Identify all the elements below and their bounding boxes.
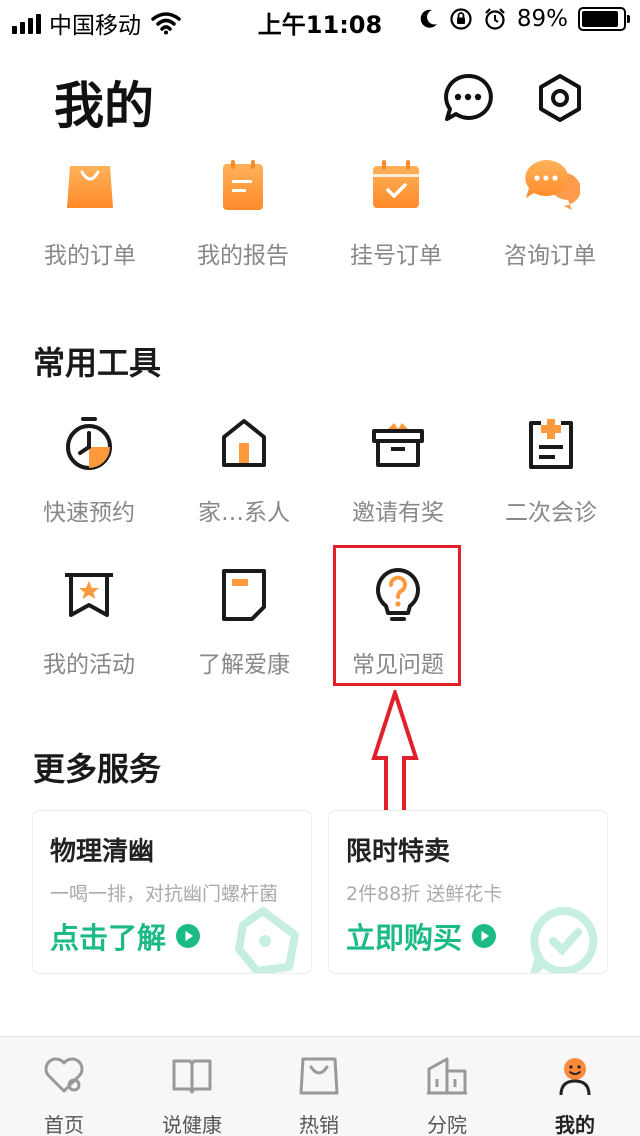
tab-label: 我的 [555, 1113, 595, 1136]
tool-family-contacts[interactable]: 家…系人 [166, 415, 322, 527]
cta-label: 立即购买 [346, 921, 463, 955]
order-item-my-orders[interactable]: 我的订单 [10, 150, 170, 270]
order-label: 挂号订单 [350, 243, 442, 269]
tab-label: 热销 [299, 1113, 339, 1136]
tool-label: 快速预约 [43, 500, 135, 526]
document-icon [222, 569, 266, 621]
card-title: 限时特卖 [346, 837, 451, 867]
tab-mine[interactable]: 我的 [515, 1053, 635, 1136]
message-button[interactable] [442, 72, 494, 124]
bottom-tab-bar: 首页 说健康 热销 分院 我的 [0, 1036, 640, 1136]
tool-label: 家…系人 [198, 500, 290, 526]
settings-button[interactable] [534, 72, 586, 124]
play-circle-icon [472, 924, 497, 948]
order-label: 我的报告 [197, 243, 289, 269]
card-title: 物理清幽 [50, 837, 155, 867]
card-subtitle: 一喝一排，对抗幽门螺杆菌 [50, 883, 279, 905]
bookmark-star-icon [65, 573, 113, 617]
stopwatch-icon [66, 417, 112, 470]
tool-about-ikang[interactable]: 了解爱康 [166, 567, 322, 679]
order-label: 咨询订单 [504, 243, 596, 269]
calendar-check-icon [373, 160, 419, 208]
tab-hot-sale[interactable]: 热销 [259, 1053, 379, 1136]
tool-label: 我的活动 [43, 652, 135, 678]
order-item-consultation[interactable]: 咨询订单 [470, 150, 630, 270]
status-bar: 中国移动 上午11:08 89% [0, 0, 640, 40]
chat-bubble-icon [444, 73, 493, 121]
tab-label: 说健康 [162, 1113, 222, 1136]
moon-icon [420, 9, 437, 28]
bag-icon [299, 1057, 339, 1095]
orders-row: 我的订单 我的报告 挂号订单 咨询订单 [0, 150, 640, 270]
shopping-bag-icon [67, 166, 113, 208]
page-title: 我的 [54, 77, 154, 135]
order-item-registration[interactable]: 挂号订单 [316, 150, 476, 270]
tool-my-activities[interactable]: 我的活动 [11, 567, 167, 679]
report-icon [223, 160, 263, 210]
tag-decoration-icon [235, 907, 299, 973]
clipboard-plus-icon [529, 419, 573, 469]
order-item-my-report[interactable]: 我的报告 [163, 150, 323, 270]
check-decoration-icon [530, 906, 598, 973]
order-label: 我的订单 [44, 243, 136, 269]
alarm-icon [485, 8, 505, 30]
tool-label: 邀请有奖 [352, 500, 444, 526]
tab-label: 分院 [427, 1113, 467, 1136]
tab-home[interactable]: 首页 [4, 1053, 124, 1136]
card-subtitle: 2件88折 送鲜花卡 [346, 883, 503, 905]
cta-label: 点击了解 [50, 921, 167, 955]
tool-invite-reward[interactable]: 邀请有奖 [320, 415, 476, 527]
battery-percent: 89% [516, 6, 568, 32]
tool-label: 了解爱康 [198, 652, 290, 678]
battery-fill [582, 11, 618, 27]
chat-icon [525, 159, 581, 210]
tab-health-talk[interactable]: 说健康 [132, 1053, 252, 1136]
highlight-annotation-box [333, 545, 461, 686]
tool-label: 二次会诊 [505, 500, 597, 526]
tab-label: 首页 [44, 1113, 84, 1136]
tools-section-title: 常用工具 [33, 344, 162, 382]
play-circle-icon [176, 924, 201, 948]
learn-more-link[interactable]: 点击了解 [50, 915, 201, 957]
heart-home-icon [44, 1057, 84, 1093]
service-card-flash-sale[interactable]: 限时特卖 2件88折 送鲜花卡 立即购买 [328, 810, 608, 974]
tool-quick-booking[interactable]: 快速预约 [11, 415, 167, 527]
status-right: 89% [419, 6, 630, 32]
tab-branches[interactable]: 分院 [387, 1053, 507, 1136]
hexagon-settings-icon [539, 74, 581, 122]
book-icon [172, 1059, 212, 1094]
gift-icon [372, 423, 424, 467]
building-icon [427, 1057, 467, 1095]
services-section-title: 更多服务 [33, 750, 162, 788]
tool-second-opinion[interactable]: 二次会诊 [473, 415, 629, 527]
buy-now-link[interactable]: 立即购买 [346, 915, 497, 957]
user-icon [559, 1058, 591, 1096]
battery-icon [578, 7, 630, 31]
rotation-lock-icon [450, 8, 472, 30]
service-card-physical-clean[interactable]: 物理清幽 一喝一排，对抗幽门螺杆菌 点击了解 [32, 810, 312, 974]
home-icon [222, 419, 266, 467]
